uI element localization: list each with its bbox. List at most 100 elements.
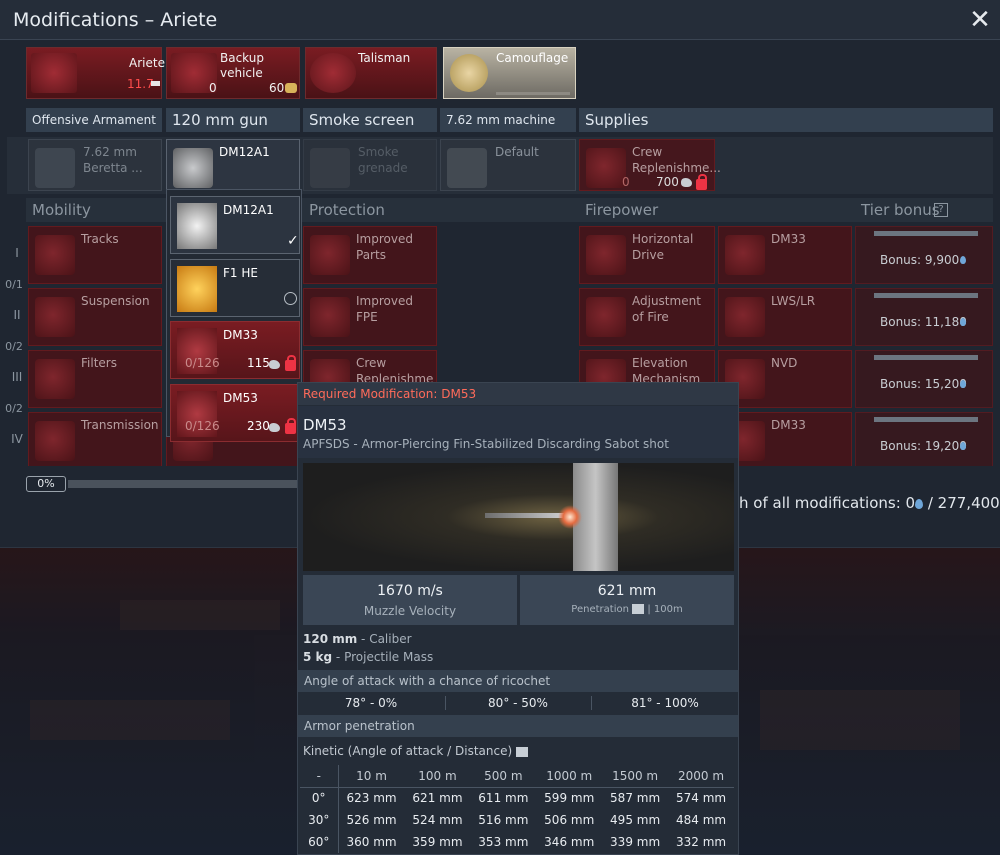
firepower-mod-2-cell[interactable]: DM33 [718,226,852,284]
tier-bonus-bar [874,417,978,422]
modification-icon [586,235,626,275]
mass-line: 5 kg - Projectile Mass [303,650,433,664]
modification-icon [725,297,765,337]
penetration-cell: 339 mm [610,835,661,849]
tier-bonus-cell: Bonus: 15,200 [855,350,993,408]
cost-separator: / [923,494,938,512]
mass-value: 5 kg [303,650,333,664]
firepower-mod-2-label: DM33 [771,232,806,246]
modification-icon [310,297,350,337]
tier-bonus-value: Bonus: 19,200 [880,439,967,453]
ammo-progress: 0/126 [185,356,220,370]
ammo-option-label: DM33 [223,328,258,342]
firepower-mod-cell[interactable]: Adjustment of Fire [579,288,715,346]
impact-flash [558,505,582,529]
protection-mod-label: Improved FPE [356,294,413,324]
penetration-label: Penetration [571,604,629,615]
distance-header: 100 m [404,765,471,788]
distance-header: 2000 m [668,765,734,788]
penetration-cell: 516 mm [478,813,529,827]
angle-cell: 60° [300,831,339,853]
ammo-option-label: DM53 [223,391,258,405]
ammo-option-label: F1 HE [223,266,258,280]
checkmark-icon: ✓ [287,233,299,249]
progress-bar [68,480,300,488]
ammo-option-f1he[interactable]: F1 HE [170,259,300,317]
modification-icon [35,359,75,399]
penetration-cell: 599 mm [544,791,595,806]
penetration-cell: 623 mm [346,791,397,806]
tier-bonus-value: Bonus: 15,200 [880,377,967,391]
tier-counter: 0/2 [5,340,23,353]
tier-bonus-bar [874,293,978,298]
cost-total: 277,400 [937,494,1000,512]
progress-label: 0% [26,476,66,492]
angle-cell: 30° [300,809,339,831]
mobility-mod-cell[interactable]: Filters [28,350,162,408]
ricochet-row: 78° - 0% 80° - 50% 81° - 100% [298,694,738,714]
kinetic-title: Kinetic (Angle of attack / Distance) [303,744,513,758]
armor-penetration-title: Armor penetration [298,715,738,737]
angle-cell: 0° [300,787,339,809]
research-points-icon [960,256,966,264]
silver-lion-icon [269,423,280,432]
mobility-mod-label: Filters [81,356,117,370]
distance-header: 1000 m [536,765,603,788]
muzzle-velocity-box: 1670 m/s Muzzle Velocity [303,575,517,625]
penetration-table: -10 m 100 m 500 m 1000 m 1500 m 2000 m 0° 623 m… [300,765,734,853]
ammo-description: APFSDS - Armor-Piercing Fin-Stabilized D… [303,437,669,451]
penetration-distance: | 100m [647,604,683,615]
firepower-mod-cell[interactable]: Horizontal Drive [579,226,715,284]
penetration-cell: 332 mm [675,835,727,849]
mobility-mod-label: Suspension [81,294,150,308]
penetration-cell: 587 mm [610,791,661,806]
caliber-value: 120 mm [303,632,358,646]
mobility-mod-cell[interactable]: Transmission [28,412,162,470]
penetration-cell: 611 mm [478,791,529,806]
firepower-mod-label: Horizontal Drive [632,232,694,262]
table-row: 0° 623 mm 621 mm 611 mm 599 mm 587 mm 574 mm [300,787,734,809]
muzzle-velocity-label: Muzzle Velocity [363,604,457,618]
research-points-icon [960,380,966,388]
firepower-mod-2-label: DM33 [771,418,806,432]
lock-icon [285,418,296,434]
penetration-value: 621 mm [597,583,657,599]
muzzle-velocity-value: 1670 m/s [377,583,443,599]
mobility-mod-cell[interactable]: Tracks [28,226,162,284]
protection-mod-cell[interactable]: Improved Parts [303,226,437,284]
tier-bonus-cell: Bonus: 9,900 [855,226,993,284]
ammo-option-dm12a1[interactable]: DM12A1 ✓ [170,196,300,254]
modifications-cost: h of all modifications: 0 / 277,400 [739,494,1000,512]
he-shell-icon [177,266,217,312]
penetration-preview [303,463,734,571]
tier-bonus-cell: Bonus: 19,200 [855,412,993,470]
tier-bonus-value: Bonus: 9,900 [880,253,960,267]
cost-text: h of all modifications: 0 [739,494,916,512]
penetration-cell: 353 mm [478,835,529,849]
penetration-label-row: Penetration | 100m [520,604,734,615]
lock-icon [285,355,296,371]
tier-roman: III [11,370,23,384]
ammo-option-dm53[interactable]: DM53 0/126 230 [170,384,300,442]
distance-header: 1500 m [602,765,669,788]
distance-header: 10 m [338,765,405,788]
firepower-mod-2-cell[interactable]: LWS/LR [718,288,852,346]
ammo-option-dm33[interactable]: DM33 0/126 115 [170,321,300,379]
protection-mod-cell[interactable]: Improved FPE [303,288,437,346]
ammo-tooltip: Required Modification: DM53 DM53 APFSDS … [297,382,739,855]
tier-bonus-cell: Bonus: 11,180 [855,288,993,346]
kinetic-title-row: Kinetic (Angle of attack / Distance) [303,744,528,758]
modification-icon [35,235,75,275]
penetration-cell: 524 mm [412,813,463,827]
mobility-mod-cell[interactable]: Suspension [28,288,162,346]
penetration-cell: 484 mm [675,813,727,827]
distance-header: - [300,765,339,788]
shell-icon [177,203,217,249]
tier-roman: I [15,246,19,260]
radio-icon[interactable] [284,292,297,305]
ammo-option-label: DM12A1 [223,203,274,217]
modification-icon [35,421,75,461]
research-points-icon [915,498,924,509]
research-points-icon [960,318,966,326]
ammo-dropdown: DM12A1 ✓ F1 HE DM33 0/126 115 DM53 0/126… [166,189,302,442]
